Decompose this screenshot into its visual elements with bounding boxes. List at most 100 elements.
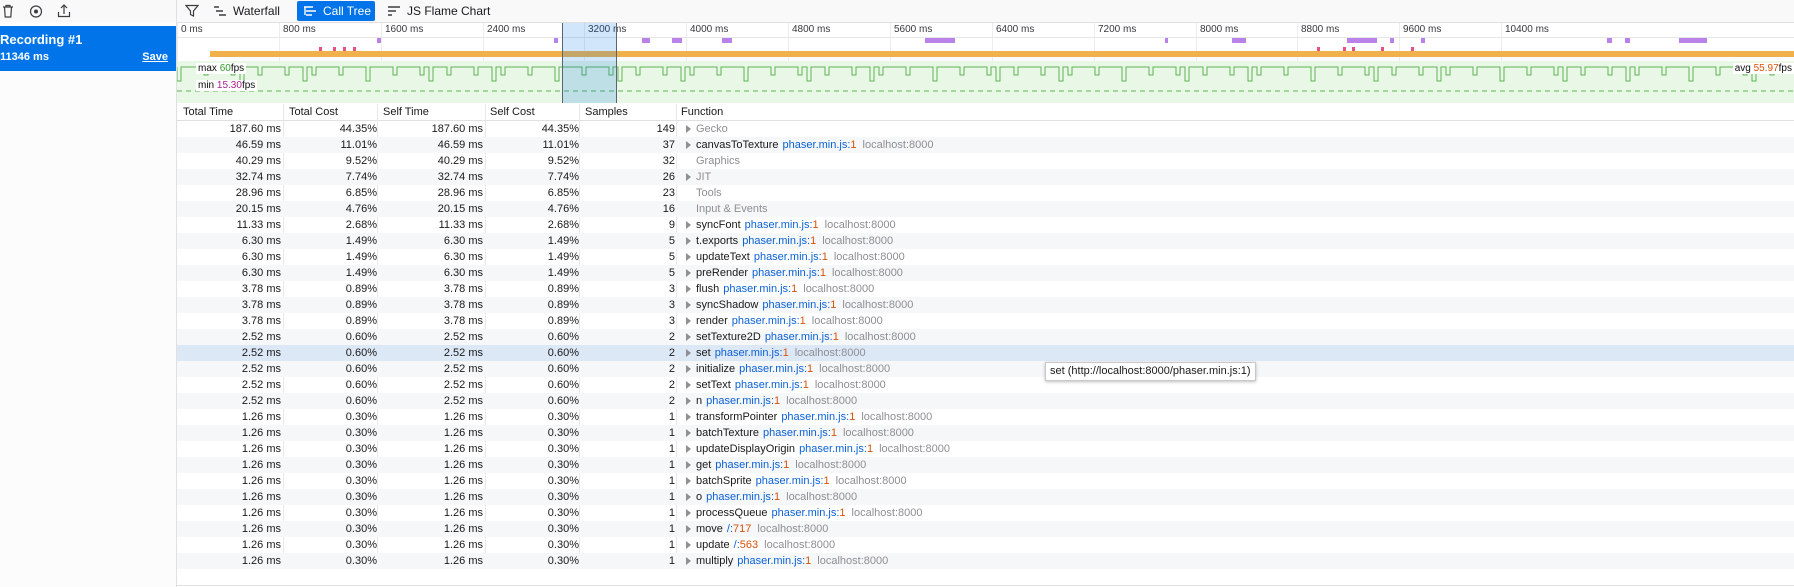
tree-row[interactable]: 2.52 ms 0.60% 2.52 ms 0.60% 2 initialize phase…	[177, 361, 1794, 377]
function-source-link[interactable]: phaser.min.js:1	[745, 219, 819, 231]
tab-waterfall[interactable]: Waterfall	[207, 1, 289, 21]
marker-red	[319, 47, 322, 51]
twisty-icon[interactable]	[686, 173, 691, 182]
header-function[interactable]: Function	[681, 104, 723, 120]
timeline-overview[interactable]: 0 ms 800 ms 1600 ms 2400 ms 3200 ms 4000 ms 48…	[177, 23, 1794, 103]
function-source-link[interactable]: /:563	[734, 539, 758, 551]
twisty-icon[interactable]	[686, 269, 691, 278]
function-host: localhost:8000	[795, 459, 867, 471]
twisty-icon[interactable]	[686, 541, 691, 550]
cell-function: update /:563 localhost:8000	[679, 537, 1679, 553]
twisty-icon[interactable]	[686, 413, 691, 422]
record-icon[interactable]	[28, 3, 44, 19]
function-source-link[interactable]: phaser.min.js:1	[706, 395, 780, 407]
twisty-icon[interactable]	[686, 253, 691, 262]
tree-row[interactable]: 2.52 ms 0.60% 2.52 ms 0.60% 2 setTexture2D pha…	[177, 329, 1794, 345]
tab-call-tree[interactable]: Call Tree	[297, 1, 375, 21]
tree-row[interactable]: 1.26 ms 0.30% 1.26 ms 0.30% 1 processQueue pha…	[177, 505, 1794, 521]
tab-js-flame-chart[interactable]: JS Flame Chart	[381, 1, 501, 21]
tree-row[interactable]: 1.26 ms 0.30% 1.26 ms 0.30% 1 update /:563 loca…	[177, 537, 1794, 553]
cell-self-cost: 0.30%	[547, 507, 579, 519]
tree-row[interactable]: 1.26 ms 0.30% 1.26 ms 0.30% 1 o phaser.min.js:…	[177, 489, 1794, 505]
function-source-link[interactable]: phaser.min.js:1	[765, 331, 839, 343]
twisty-icon[interactable]	[686, 221, 691, 230]
tree-row[interactable]: 1.26 ms 0.30% 1.26 ms 0.30% 1 move /:717 localh…	[177, 521, 1794, 537]
function-source-link[interactable]: phaser.min.js:1	[739, 363, 813, 375]
twisty-icon[interactable]	[686, 445, 691, 454]
twisty-icon[interactable]	[686, 301, 691, 310]
function-name: transformPointer	[696, 411, 778, 423]
tree-row[interactable]: 20.15 ms 4.76% 20.15 ms 4.76% 16 Input & Even…	[177, 201, 1794, 217]
tree-row[interactable]: 6.30 ms 1.49% 6.30 ms 1.49% 5 updateText phase…	[177, 249, 1794, 265]
twisty-icon[interactable]	[686, 381, 691, 390]
function-source-link[interactable]: phaser.min.js:1	[732, 315, 806, 327]
tree-row[interactable]: 1.26 ms 0.30% 1.26 ms 0.30% 1 updateDisplayOr…	[177, 441, 1794, 457]
tree-row[interactable]: 46.59 ms 11.01% 46.59 ms 11.01% 37 canvasToTe…	[177, 137, 1794, 153]
header-self-time[interactable]: Self Time	[383, 104, 429, 120]
import-icon[interactable]	[56, 3, 72, 19]
function-source-link[interactable]: phaser.min.js:1	[781, 411, 855, 423]
cell-total-cost: 0.60%	[345, 363, 377, 375]
function-source-link[interactable]: phaser.min.js:1	[706, 491, 780, 503]
tree-row[interactable]: 1.26 ms 0.30% 1.26 ms 0.30% 1 batchTexture pha…	[177, 425, 1794, 441]
tree-row[interactable]: 28.96 ms 6.85% 28.96 ms 6.85% 23 Tools	[177, 185, 1794, 201]
twisty-icon[interactable]	[686, 333, 691, 342]
cell-total-time: 1.26 ms	[241, 555, 281, 567]
tree-row[interactable]: 11.33 ms 2.68% 11.33 ms 2.68% 9 syncFont phase…	[177, 217, 1794, 233]
header-total-cost[interactable]: Total Cost	[289, 104, 338, 120]
header-self-cost[interactable]: Self Cost	[490, 104, 535, 120]
tree-row[interactable]: 3.78 ms 0.89% 3.78 ms 0.89% 3 flush phaser.min…	[177, 281, 1794, 297]
tree-row[interactable]: 2.52 ms 0.60% 2.52 ms 0.60% 2 set phaser.min.j…	[177, 345, 1794, 361]
twisty-icon[interactable]	[686, 509, 691, 518]
twisty-icon[interactable]	[686, 461, 691, 470]
twisty-icon[interactable]	[686, 141, 691, 150]
tree-row[interactable]: 32.74 ms 7.74% 32.74 ms 7.74% 26 JIT	[177, 169, 1794, 185]
recording-item[interactable]: Recording #1 11346 ms Save	[0, 26, 176, 71]
tree-row[interactable]: 6.30 ms 1.49% 6.30 ms 1.49% 5 t.exports phaser…	[177, 233, 1794, 249]
twisty-icon[interactable]	[686, 237, 691, 246]
function-source-link[interactable]: phaser.min.js:1	[783, 139, 857, 151]
twisty-icon[interactable]	[686, 493, 691, 502]
tree-row[interactable]: 2.52 ms 0.60% 2.52 ms 0.60% 2 n phaser.min.js:…	[177, 393, 1794, 409]
tree-row[interactable]: 1.26 ms 0.30% 1.26 ms 0.30% 1 multiply phaser.…	[177, 553, 1794, 569]
overview-selection[interactable]	[562, 23, 617, 103]
function-source-link[interactable]: phaser.min.js:1	[754, 251, 828, 263]
tree-row[interactable]: 6.30 ms 1.49% 6.30 ms 1.49% 5 preRender phaser…	[177, 265, 1794, 281]
twisty-icon[interactable]	[686, 365, 691, 374]
function-source-link[interactable]: phaser.min.js:1	[715, 459, 789, 471]
function-source-link[interactable]: phaser.min.js:1	[799, 443, 873, 455]
function-source-link[interactable]: phaser.min.js:1	[762, 299, 836, 311]
twisty-icon[interactable]	[686, 125, 691, 134]
save-recording-link[interactable]: Save	[142, 51, 168, 63]
twisty-icon[interactable]	[686, 525, 691, 534]
function-source-link[interactable]: phaser.min.js:1	[715, 347, 789, 359]
tree-row[interactable]: 40.29 ms 9.52% 40.29 ms 9.52% 32 Graphics	[177, 153, 1794, 169]
function-source-link[interactable]: phaser.min.js:1	[735, 379, 809, 391]
tree-row[interactable]: 1.26 ms 0.30% 1.26 ms 0.30% 1 get phaser.min.j…	[177, 457, 1794, 473]
twisty-icon[interactable]	[686, 349, 691, 358]
twisty-icon[interactable]	[686, 429, 691, 438]
tree-row[interactable]: 3.78 ms 0.89% 3.78 ms 0.89% 3 render phaser.mi…	[177, 313, 1794, 329]
twisty-icon[interactable]	[686, 477, 691, 486]
header-samples[interactable]: Samples	[585, 104, 628, 120]
tree-row[interactable]: 1.26 ms 0.30% 1.26 ms 0.30% 1 batchSprite phas…	[177, 473, 1794, 489]
twisty-icon[interactable]	[686, 397, 691, 406]
filter-icon[interactable]	[185, 4, 199, 18]
function-source-link[interactable]: /:717	[727, 523, 751, 535]
tree-row[interactable]: 1.26 ms 0.30% 1.26 ms 0.30% 1 transformPointe…	[177, 409, 1794, 425]
header-total-time[interactable]: Total Time	[183, 104, 233, 120]
twisty-icon[interactable]	[686, 285, 691, 294]
tree-row[interactable]: 187.60 ms 44.35% 187.60 ms 44.35% 149 Gecko	[177, 121, 1794, 137]
function-source-link[interactable]: phaser.min.js:1	[737, 555, 811, 567]
function-source-link[interactable]: phaser.min.js:1	[723, 283, 797, 295]
function-source-link[interactable]: phaser.min.js:1	[756, 475, 830, 487]
function-source-link[interactable]: phaser.min.js:1	[763, 427, 837, 439]
twisty-icon[interactable]	[686, 557, 691, 566]
function-source-link[interactable]: phaser.min.js:1	[772, 507, 846, 519]
twisty-icon[interactable]	[686, 317, 691, 326]
function-source-link[interactable]: phaser.min.js:1	[752, 267, 826, 279]
tree-row[interactable]: 2.52 ms 0.60% 2.52 ms 0.60% 2 setText phaser.m…	[177, 377, 1794, 393]
trash-icon[interactable]	[0, 3, 16, 19]
tree-row[interactable]: 3.78 ms 0.89% 3.78 ms 0.89% 3 syncShadow phase…	[177, 297, 1794, 313]
function-source-link[interactable]: phaser.min.js:1	[742, 235, 816, 247]
